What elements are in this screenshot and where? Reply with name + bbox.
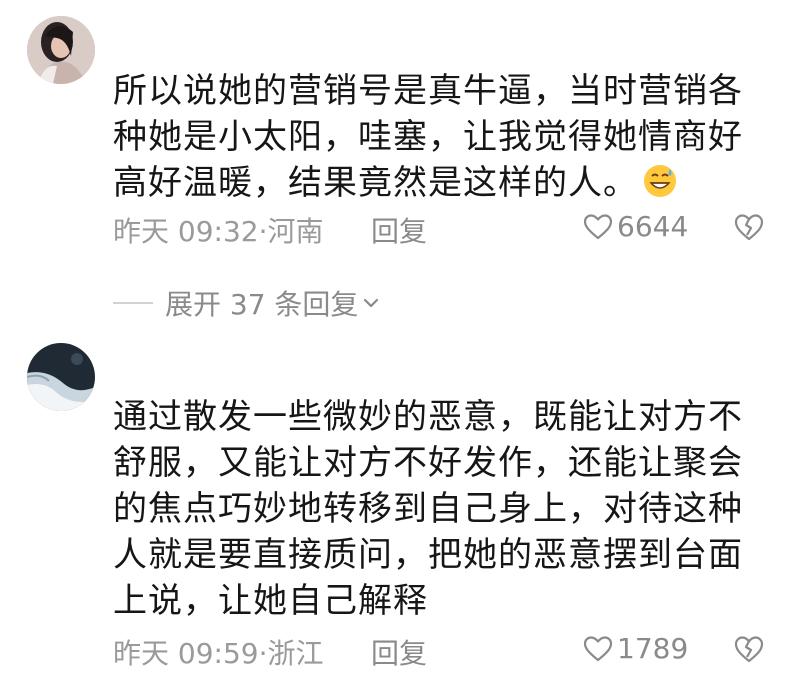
like-count: 6644: [617, 210, 689, 243]
chevron-down-icon: [364, 298, 379, 308]
comment-time-location: 昨天 09:59·浙江: [113, 637, 324, 670]
grinning-sweat-emoji-icon: [642, 163, 678, 199]
avatar[interactable]: [27, 16, 95, 84]
broken-heart-icon: [734, 636, 764, 663]
comment-text: 通过散发一些微妙的恶意，既能让对方不舒服，又能让对方不好发作，还能让聚会的焦点巧…: [113, 397, 743, 621]
like-button[interactable]: 6644: [583, 210, 688, 243]
heart-icon: [583, 213, 613, 239]
comment-time-location: 昨天 09:32·河南: [113, 215, 324, 248]
avatar[interactable]: [27, 343, 95, 411]
like-button[interactable]: 1789: [583, 632, 688, 665]
comment-meta: 昨天 09:32·河南 回复 6644: [113, 210, 773, 250]
reply-button[interactable]: 回复: [371, 632, 427, 672]
dislike-button[interactable]: [733, 634, 765, 671]
divider-line: [113, 302, 153, 304]
expand-replies-label: 展开 37 条回复: [165, 288, 359, 321]
dislike-button[interactable]: [733, 212, 765, 249]
comment-text: 所以说她的营销号是真牛逼，当时营销各种她是小太阳，哇塞，让我觉得她情商好高好温暖…: [113, 71, 743, 203]
broken-heart-icon: [734, 214, 764, 241]
like-count: 1789: [617, 632, 689, 665]
comment-meta: 昨天 09:59·浙江 回复 1789: [113, 632, 773, 672]
expand-replies-button[interactable]: 展开 37 条回复: [113, 283, 380, 323]
reply-button[interactable]: 回复: [371, 210, 427, 250]
heart-icon: [583, 635, 613, 661]
